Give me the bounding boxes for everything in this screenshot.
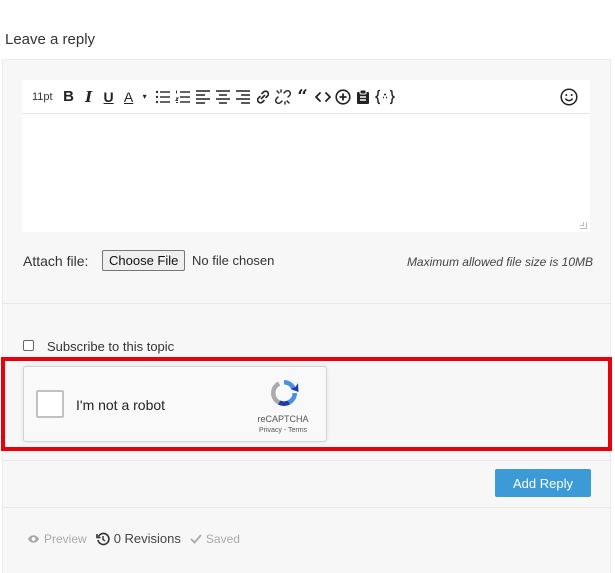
recaptcha-label: I'm not a robot [76,397,166,413]
font-size-button[interactable]: 11pt [32,85,53,109]
saved-label: Saved [205,531,240,546]
quote-icon[interactable]: “ [295,85,311,109]
history-icon [95,532,110,545]
resize-handle[interactable] [580,222,587,229]
link-icon[interactable] [255,85,271,109]
underline-button[interactable]: U [101,85,117,109]
recaptcha-logo-icon [271,380,299,406]
chevron-down-icon[interactable]: ▾ [141,85,149,109]
subscribe-label: Subscribe to this topic [47,339,175,354]
bullet-list-icon[interactable] [155,85,171,109]
text-color-button[interactable]: A [121,85,137,109]
shortcode-icon[interactable] [374,85,395,109]
page-title: Leave a reply [5,31,96,48]
recaptcha-privacy-terms-link[interactable]: Privacy - Terms [248,427,318,434]
subscribe-checkbox[interactable] [23,340,34,351]
divider [2,507,611,508]
saved-status: Saved [190,532,240,546]
add-circle-icon[interactable] [334,85,351,109]
unlink-icon[interactable] [274,85,291,109]
reply-textarea[interactable] [22,114,590,232]
editor-toolbar: 11pt B I U A ▾ “ [22,80,590,114]
align-right-icon[interactable] [235,85,251,109]
file-status: No file chosen [192,253,275,268]
clipboard-icon[interactable] [355,85,371,109]
recaptcha-widget: I'm not a robot reCAPTCHA Privacy - Term… [23,366,327,442]
eye-icon [27,534,40,543]
revisions-link[interactable]: 0 Revisions [95,531,181,546]
choose-file-button[interactable]: Choose File [102,250,186,271]
revisions-label: 0 Revisions [113,531,181,546]
add-reply-button[interactable]: Add Reply [495,469,591,497]
align-center-icon[interactable] [215,85,231,109]
recaptcha-brand: reCAPTCHA [257,414,309,424]
emoji-icon[interactable] [560,85,578,109]
numbered-list-icon[interactable] [174,85,191,109]
divider [2,303,611,304]
preview-link[interactable]: Preview [27,532,87,546]
attach-file-label: Attach file: [23,253,89,269]
bold-button[interactable]: B [61,85,77,109]
check-icon [190,533,202,544]
code-icon[interactable] [314,85,331,109]
italic-button[interactable]: I [81,85,97,109]
align-left-icon[interactable] [195,85,211,109]
preview-label: Preview [44,531,87,546]
max-file-size-note: Maximum allowed file size is 10MB [406,255,593,269]
recaptcha-checkbox[interactable] [36,390,64,418]
divider [2,460,611,461]
editor-footer: Preview 0 Revisions Saved [27,531,249,546]
